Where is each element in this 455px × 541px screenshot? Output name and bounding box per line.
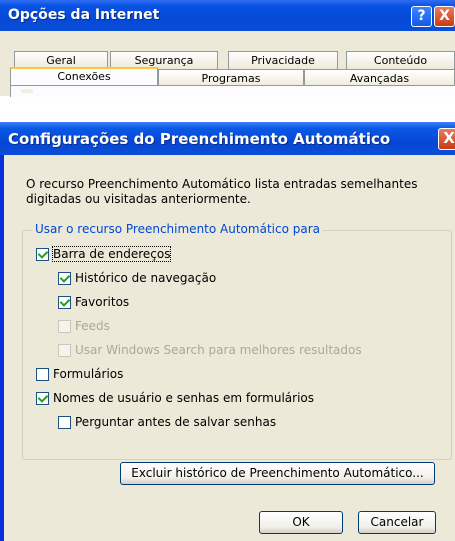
internet-options-title: Opções da Internet bbox=[8, 7, 160, 23]
ask-save-passwords-checkbox[interactable] bbox=[58, 415, 71, 429]
favorites-label: Favoritos bbox=[75, 295, 130, 309]
history-label: Histórico de navegação bbox=[75, 271, 217, 285]
window-frame bbox=[0, 122, 4, 541]
internet-options-window: Opções da Internet ? X Geral Segurança P… bbox=[0, 0, 455, 97]
dialog-title: Configurações do Preenchimento Automátic… bbox=[8, 130, 391, 148]
ask-save-passwords-option[interactable]: Perguntar antes de salvar senhas bbox=[58, 414, 276, 430]
windows-search-label: Usar Windows Search para melhores result… bbox=[75, 343, 362, 357]
address-bar-checkbox[interactable] bbox=[36, 247, 49, 261]
tab-strip: Geral Segurança Privacidade Conteúdo Con… bbox=[0, 31, 455, 97]
favorites-option[interactable]: Favoritos bbox=[58, 294, 129, 310]
tab-conteudo[interactable]: Conteúdo bbox=[346, 51, 455, 69]
delete-autocomplete-history-button[interactable]: Excluir histórico de Preenchimento Autom… bbox=[120, 462, 435, 485]
history-checkbox[interactable] bbox=[58, 271, 71, 285]
address-bar-option[interactable]: Barra de endereços bbox=[36, 246, 172, 262]
usernames-passwords-option[interactable]: Nomes de usuário e senhas em formulários bbox=[36, 390, 314, 406]
favorites-checkbox[interactable] bbox=[58, 295, 71, 309]
windows-search-checkbox[interactable] bbox=[58, 343, 71, 357]
autocomplete-settings-dialog: Configurações do Preenchimento Automátic… bbox=[0, 122, 455, 541]
feeds-checkbox[interactable] bbox=[58, 319, 71, 333]
forms-checkbox[interactable] bbox=[36, 367, 49, 381]
tab-conexoes[interactable]: Conexões bbox=[10, 67, 158, 86]
description-line-2: digitadas ou visitadas anteriormente. bbox=[26, 192, 251, 206]
cancel-button[interactable]: Cancelar bbox=[358, 511, 436, 534]
internet-options-titlebar[interactable]: Opções da Internet ? X bbox=[0, 0, 455, 31]
address-bar-label: Barra de endereços bbox=[51, 246, 172, 262]
ask-save-passwords-label: Perguntar antes de salvar senhas bbox=[75, 415, 277, 429]
description-line-1: O recurso Preenchimento Automático lista… bbox=[26, 177, 418, 191]
feeds-option[interactable]: Feeds bbox=[58, 318, 110, 334]
dialog-description: O recurso Preenchimento Automático lista… bbox=[26, 177, 426, 207]
tab-panel bbox=[10, 85, 455, 97]
forms-option[interactable]: Formulários bbox=[36, 366, 123, 382]
close-icon[interactable]: X bbox=[434, 6, 455, 27]
feeds-label: Feeds bbox=[75, 319, 110, 333]
usernames-passwords-checkbox[interactable] bbox=[36, 391, 49, 405]
forms-label: Formulários bbox=[53, 367, 124, 381]
tab-privacidade[interactable]: Privacidade bbox=[228, 51, 338, 69]
close-icon[interactable]: X bbox=[438, 128, 455, 150]
groupbox-label: Usar o recurso Preenchimento Automático … bbox=[32, 222, 323, 236]
help-icon[interactable]: ? bbox=[411, 6, 432, 27]
history-option[interactable]: Histórico de navegação bbox=[58, 270, 216, 286]
windows-search-option[interactable]: Usar Windows Search para melhores result… bbox=[58, 342, 362, 358]
ok-button[interactable]: OK bbox=[259, 511, 343, 534]
dialog-titlebar[interactable]: Configurações do Preenchimento Automátic… bbox=[0, 122, 455, 155]
usernames-passwords-label: Nomes de usuário e senhas em formulários bbox=[53, 391, 314, 405]
